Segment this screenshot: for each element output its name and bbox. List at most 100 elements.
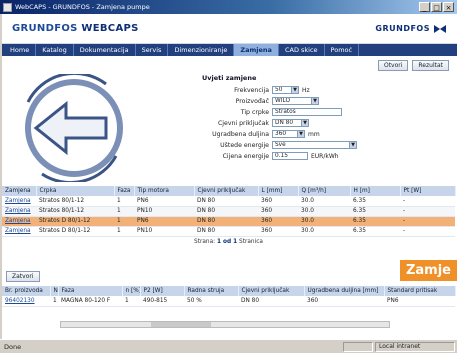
replace-link[interactable]: Zamjena (2, 226, 36, 237)
column-header[interactable]: Zamjena (2, 186, 37, 196)
main-nav: Home Katalog Dokumentacija Servis Dimenzioni… (2, 44, 457, 56)
column-header[interactable]: Naziv proizvoda (50, 286, 59, 296)
result-button[interactable]: Rezultat (412, 59, 449, 71)
table-row[interactable]: Zamjena Stratos 80/1-12 1 PN6 DN 80 360 30.0 6.… (2, 196, 455, 207)
pager-current[interactable]: 1 od 1 (217, 239, 237, 245)
table-row[interactable]: Zamjena Stratos D 80/1-12 1 PN10 DN 80 360 30.… (2, 226, 455, 237)
chevron-down-icon[interactable]: ▼ (292, 86, 299, 94)
table-row[interactable]: Zamjena Stratos 80/1-12 1 PN10 DN 80 360 30.0 6… (2, 206, 455, 217)
column-header[interactable]: Crpka (36, 186, 115, 196)
selected-product-body: 96402130 1 MAGNA 80-120 F 1 490-815 50 % DN 80… (2, 296, 455, 307)
maximize-icon[interactable]: □ (431, 2, 442, 12)
form-label: Cijena energije (222, 152, 269, 160)
table-cell: PN6 (134, 196, 194, 207)
table-cell: Stratos 80/1-12 (36, 206, 114, 217)
nav-item-dimenzioniranje[interactable]: Dimenzioniranje (168, 44, 235, 56)
table-cell: 30.0 (298, 206, 350, 217)
table-cell: DN 80 (194, 196, 258, 207)
nav-item-katalog[interactable]: Katalog (36, 44, 74, 56)
window-titlebar: WebCAPS - GRUNDFOS - Zamjena pumpe _ □ × (0, 0, 457, 14)
form-label: Tip crpke (240, 108, 269, 116)
horizontal-scrollbar[interactable] (60, 321, 390, 328)
nav-item-cad-skice[interactable]: CAD skice (279, 44, 325, 56)
column-header[interactable]: Cjevni priključak (194, 186, 259, 196)
column-header[interactable]: Standard pritisak (384, 286, 456, 296)
column-header[interactable]: Br. proizvoda (2, 286, 51, 296)
column-header[interactable]: H [m] (350, 186, 401, 196)
select-value[interactable]: 360 (272, 130, 298, 138)
table-cell: PN10 (134, 206, 194, 217)
form-row: Frekvencija 50 ▼ Hz (202, 85, 452, 95)
chevron-down-icon[interactable]: ▼ (350, 141, 357, 149)
column-header[interactable]: L [mm] (258, 186, 299, 196)
replace-link[interactable]: Zamjena (2, 216, 36, 227)
column-header[interactable]: Faza (114, 186, 135, 196)
form-row: Cjevni priključak DN 80 ▼ (202, 118, 452, 128)
replace-link[interactable]: Zamjena (2, 206, 36, 217)
app-brand: GRUNDFOS WEBCAPS (12, 23, 139, 34)
column-header[interactable]: Faza (58, 286, 123, 296)
selected-product-header: Br. proizvodaNaziv proizvodaFazan [%]P2 … (2, 286, 456, 296)
close-button[interactable]: Zatvori (6, 271, 40, 282)
nav-item-dokumentacija[interactable]: Dokumentacija (74, 44, 136, 56)
nav-item-servis[interactable]: Servis (136, 44, 169, 56)
table-cell: 360 (304, 296, 384, 307)
company-logo: GRUNDFOS (375, 23, 447, 35)
column-header[interactable]: Tip motora (134, 186, 195, 196)
table-row[interactable]: Zamjena Stratos D 80/1-12 1 PN6 DN 80 360 30.0… (2, 216, 455, 227)
replace-link[interactable]: Zamjena (2, 196, 36, 207)
table-cell: Stratos D 80/1-12 (36, 216, 114, 227)
browser-icon (3, 2, 12, 12)
results-table: Zamjena Crpka Faza Tip motora Cjevni priklju… (2, 186, 456, 237)
nav-item-home[interactable]: Home (4, 44, 37, 56)
table-cell: Stratos D 80/1-12 (36, 226, 114, 237)
table-cell: 1 (114, 196, 134, 207)
table-cell: 360 (258, 216, 298, 227)
chevron-down-icon[interactable]: ▼ (302, 119, 309, 127)
status-text: Done (4, 342, 22, 351)
form-unit: EUR/kWh (311, 152, 339, 160)
column-header[interactable]: n [%] (122, 286, 141, 296)
form-input[interactable]: Stratos (272, 108, 342, 116)
minimize-icon[interactable]: _ (419, 2, 430, 12)
form-select[interactable]: 50 ▼ (272, 86, 299, 94)
replacement-form: Uvjeti zamjene Frekvencija 50 ▼ Hz Proizvođa… (202, 74, 452, 162)
select-value[interactable]: 50 (272, 86, 292, 94)
select-value[interactable]: DN 80 (272, 119, 302, 127)
column-header[interactable]: P2 [W] (140, 286, 185, 296)
table-cell: 1 (50, 296, 58, 307)
column-header[interactable]: Pt [W] (400, 186, 456, 196)
nav-item-pomo-[interactable]: Pomoć (325, 44, 360, 56)
nav-item-zamjena[interactable]: Zamjena (234, 44, 279, 56)
status-bar: Done Local intranet (0, 339, 457, 353)
form-select[interactable]: 360 ▼ (272, 130, 305, 138)
form-select[interactable]: WILO ▼ (272, 97, 319, 105)
form-row: Tip crpke Stratos (202, 107, 452, 117)
form-row: Ugradbena duljina 360 ▼ mm (202, 129, 452, 139)
form-label: Proizvođač (235, 97, 269, 105)
toolbar: Otvori Rezultat (2, 56, 457, 74)
chevron-down-icon[interactable]: ▼ (298, 130, 305, 138)
table-cell: DN 80 (194, 206, 258, 217)
close-icon[interactable]: × (443, 2, 454, 12)
chevron-down-icon[interactable]: ▼ (312, 97, 319, 105)
table-row[interactable]: 96402130 1 MAGNA 80-120 F 1 490-815 50 % DN 80… (2, 296, 455, 307)
form-select[interactable]: Sve ▼ (272, 141, 357, 149)
form-row: Uštede energije Sve ▼ (202, 140, 452, 150)
form-input[interactable]: 0.15 (272, 152, 308, 160)
column-header[interactable]: Ugradbena duljina [mm] (304, 286, 385, 296)
form-select[interactable]: DN 80 ▼ (272, 119, 309, 127)
product-number-link[interactable]: 96402130 (2, 296, 50, 307)
scrollbar-thumb[interactable] (151, 322, 211, 327)
form-unit: mm (308, 130, 320, 138)
table-cell: PN6 (134, 216, 194, 227)
window-controls: _ □ × (419, 2, 454, 12)
select-value[interactable]: Sve (272, 141, 350, 149)
table-cell: PN10 (134, 226, 194, 237)
pager-prefix: Strana: (194, 238, 217, 245)
select-value[interactable]: WILO (272, 97, 312, 105)
column-header[interactable]: Radna struja (184, 286, 239, 296)
column-header[interactable]: Cjevni priključak (238, 286, 305, 296)
column-header[interactable]: Q [m³/h] (298, 186, 351, 196)
open-button[interactable]: Otvori (377, 59, 409, 71)
